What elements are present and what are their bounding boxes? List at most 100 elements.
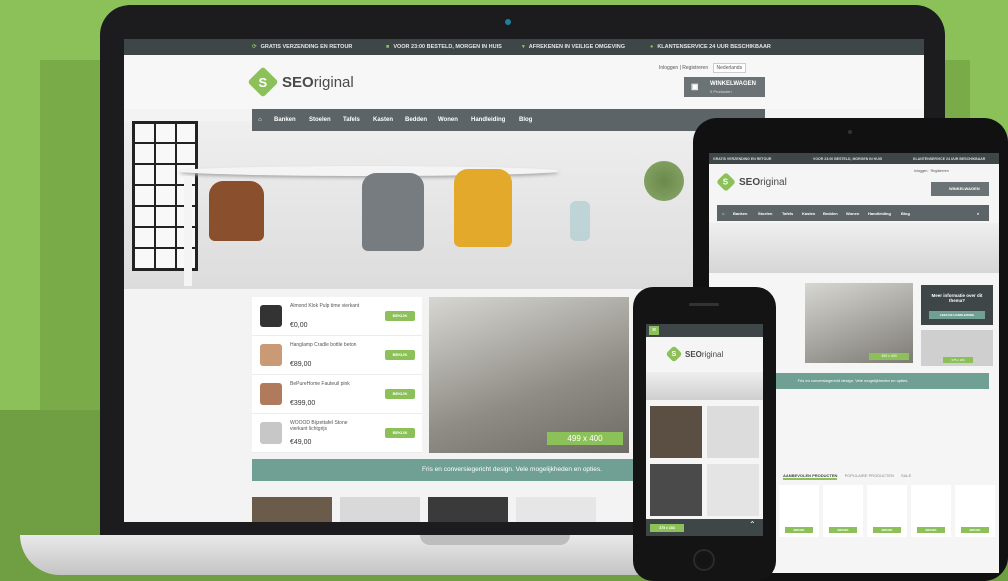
login-link[interactable]: Inloggen: [659, 65, 678, 71]
register-link[interactable]: Registreren: [682, 65, 708, 71]
view-button[interactable]: BEKIJK: [785, 527, 813, 533]
manual-button[interactable]: LEES DE HANDLEIDING: [929, 311, 985, 319]
tab-popular[interactable]: POPULAIRE PRODUCTEN: [845, 473, 894, 478]
nav-item[interactable]: Blog: [901, 211, 910, 216]
category-tile[interactable]: [707, 406, 759, 458]
home-icon[interactable]: ⌂: [722, 211, 724, 216]
product-card[interactable]: BEKIJK: [823, 485, 863, 537]
nav-item[interactable]: Handleiding: [868, 211, 891, 216]
hero-image: [709, 223, 999, 273]
account-links: Inloggen · Registreren: [914, 169, 949, 173]
category-tile[interactable]: [252, 497, 332, 522]
view-button[interactable]: BEKIJK: [385, 311, 415, 321]
phone-frame: ≡ S SEOriginal 375 x 184 ⌃: [633, 287, 776, 581]
view-button[interactable]: BEKIJK: [917, 527, 945, 533]
register-link[interactable]: Registreren: [931, 169, 949, 173]
plant-graphic: [644, 161, 684, 201]
search-icon[interactable]: ⌕: [977, 211, 979, 216]
nav-item[interactable]: Kasten: [373, 117, 393, 123]
tab-sale[interactable]: SALE: [901, 473, 911, 478]
menu-icon[interactable]: ≡: [649, 326, 659, 335]
usp-item: VOOR 23:00 BESTELD, MORGEN IN HUIS: [813, 157, 883, 161]
category-tile[interactable]: [428, 497, 508, 522]
info-box: Meer informatie over dit thema? LEES DE …: [921, 285, 993, 325]
promo-banner[interactable]: 499 x 400: [805, 283, 913, 363]
small-banner[interactable]: 375 x 184: [921, 330, 993, 366]
view-button[interactable]: BEKIJK: [829, 527, 857, 533]
laptop-notch: [420, 535, 570, 545]
product-name: BePureHome Fauteuil pink: [290, 381, 350, 387]
view-button[interactable]: BEKIJK: [961, 527, 989, 533]
product-name: Almond Klok Pulp time vierkant: [290, 303, 360, 309]
logo-text: SEOriginal: [282, 73, 354, 91]
banner-size-tag: 499 x 400: [869, 353, 909, 360]
nav-item[interactable]: Handleiding: [471, 117, 505, 123]
site-header: S SEOriginal Inloggen | Registreren Nede…: [124, 55, 924, 109]
phone-screen: ≡ S SEOriginal 375 x 184 ⌃: [646, 324, 763, 536]
site-logo[interactable]: S SEOriginal: [665, 345, 723, 363]
category-tile[interactable]: [707, 464, 759, 516]
truck-icon: ■: [386, 44, 390, 50]
home-icon[interactable]: ⌂: [258, 117, 262, 123]
nav-item[interactable]: Stoelen: [309, 117, 331, 123]
nav-item[interactable]: Bedden: [823, 211, 838, 216]
product-card[interactable]: BEKIJK: [867, 485, 907, 537]
phone-topbar: ≡: [646, 324, 763, 337]
tablet-camera: [848, 130, 852, 134]
nav-item[interactable]: Banken: [274, 117, 296, 123]
category-tile[interactable]: [650, 464, 702, 516]
product-price: €399,00: [290, 400, 316, 407]
login-link[interactable]: Inloggen: [914, 169, 927, 173]
product-thumb: [260, 305, 282, 327]
hero-image: [646, 372, 763, 400]
banner-size-tag: 375 x 184: [943, 357, 973, 363]
usp-item: ▾ AFREKENEN IN VEILIGE OMGEVING: [522, 44, 626, 50]
home-button[interactable]: [693, 549, 715, 571]
category-tile[interactable]: [516, 497, 596, 522]
nav-item[interactable]: Tafels: [782, 211, 793, 216]
product-name: Hanglamp Cradle bottle beton: [290, 342, 357, 348]
site-logo[interactable]: S SEOriginal: [247, 66, 354, 98]
cart-button[interactable]: ▣ WINKELWAGEN 0 Producten: [684, 77, 765, 97]
nav-item[interactable]: Tafels: [343, 117, 360, 123]
nav-item[interactable]: Wonen: [438, 117, 458, 123]
view-button[interactable]: BEKIJK: [385, 428, 415, 438]
language-select[interactable]: Nederlands: [712, 63, 747, 73]
product-card[interactable]: BEKIJK: [955, 485, 995, 537]
chat-icon: ●: [650, 44, 654, 50]
category-tile[interactable]: [340, 497, 420, 522]
product-thumb: [260, 422, 282, 444]
logo-text: SEOriginal: [739, 176, 787, 188]
list-item[interactable]: WOOOD Bijzettafel Stone vierkant lichtgr…: [252, 414, 422, 453]
cart-title: WINKELWAGEN: [710, 81, 756, 87]
phone-speaker: [689, 303, 719, 306]
tab-recommended[interactable]: AANBEVOLEN PRODUCTEN: [783, 473, 838, 480]
list-item[interactable]: Almond Klok Pulp time vierkant €0,00 BEK…: [252, 297, 422, 336]
nav-item[interactable]: Stoelen: [758, 211, 772, 216]
site-logo[interactable]: S SEOriginal: [716, 172, 787, 192]
cart-count: 0 Producten: [710, 89, 732, 94]
nav-item[interactable]: Banken: [733, 211, 747, 216]
cart-button[interactable]: WINKELWAGEN: [931, 182, 989, 196]
nav-item[interactable]: Bedden: [405, 117, 427, 123]
promo-banner[interactable]: 499 x 400: [429, 297, 629, 453]
banner-size-tag: 375 x 184: [650, 524, 684, 532]
category-tile[interactable]: [650, 406, 702, 458]
nav-item[interactable]: Wonen: [846, 211, 859, 216]
product-price: €49,00: [290, 439, 312, 446]
view-button[interactable]: BEKIJK: [385, 350, 415, 360]
nav-item[interactable]: Blog: [519, 117, 532, 123]
product-card[interactable]: BEKIJK: [779, 485, 819, 537]
view-button[interactable]: BEKIJK: [385, 389, 415, 399]
list-item[interactable]: BePureHome Fauteuil pink €399,00 BEKIJK: [252, 375, 422, 414]
view-button[interactable]: BEKIJK: [873, 527, 901, 533]
main-nav: ⌂ Banken Stoelen Tafels Kasten Bedden Wo…: [252, 109, 765, 131]
product-card[interactable]: BEKIJK: [911, 485, 951, 537]
vase-graphic: [570, 201, 590, 241]
chevron-up-icon[interactable]: ⌃: [749, 520, 756, 529]
product-price: €0,00: [290, 322, 308, 329]
list-item[interactable]: Hanglamp Cradle bottle beton €89,00 BEKI…: [252, 336, 422, 375]
account-links: Inloggen | Registreren Nederlands: [659, 63, 747, 73]
product-price: €89,00: [290, 361, 312, 368]
nav-item[interactable]: Kasten: [802, 211, 815, 216]
